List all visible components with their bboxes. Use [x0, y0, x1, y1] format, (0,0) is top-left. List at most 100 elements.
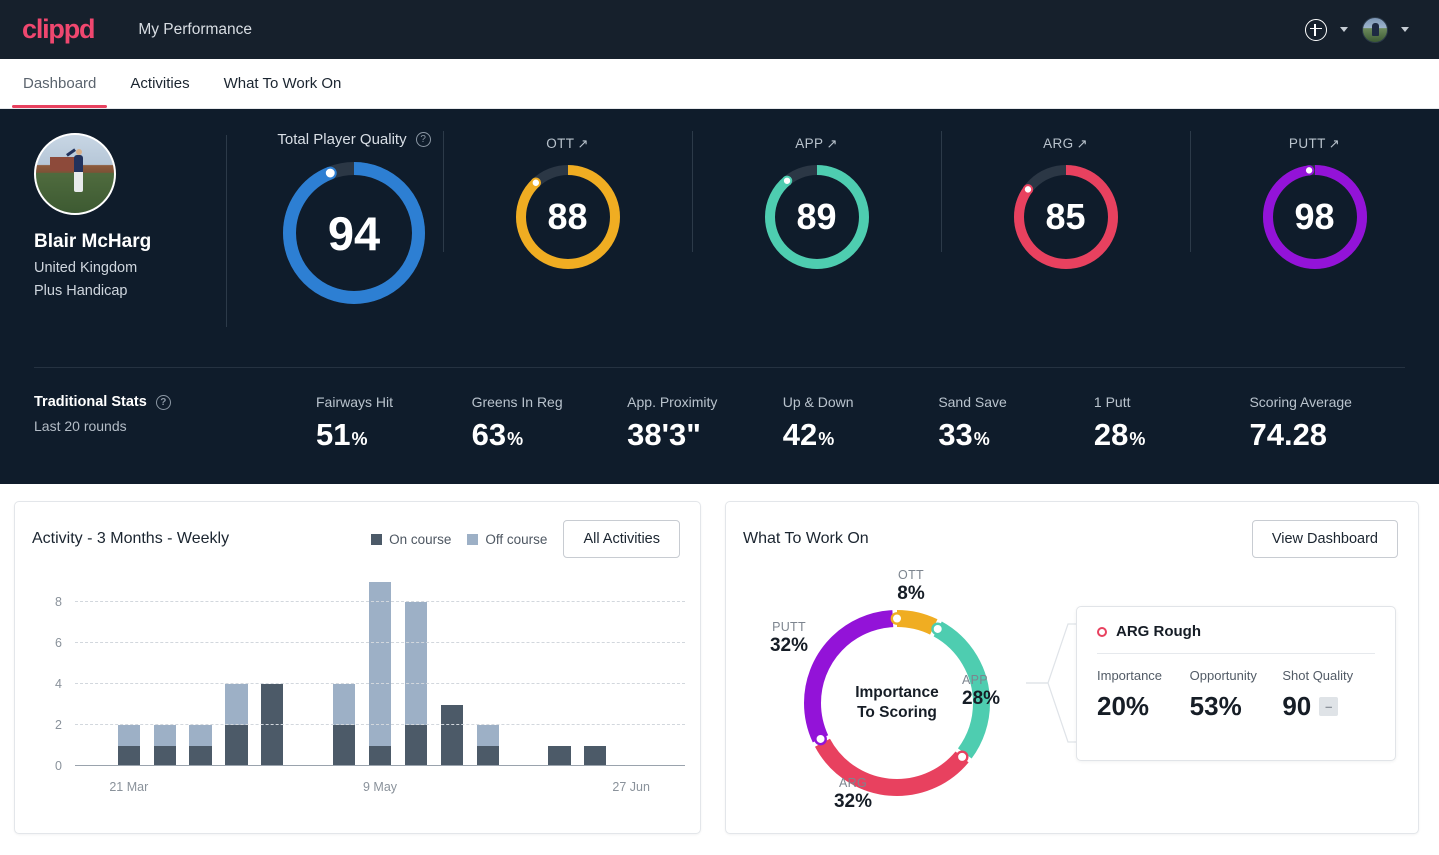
traditional-stat: 1 Putt 28%: [1094, 394, 1250, 450]
clippd-logo[interactable]: clippd: [22, 16, 96, 43]
chart-gridline: 2: [55, 718, 685, 732]
question-circle-icon[interactable]: ?: [415, 132, 431, 147]
activity-card-title: Activity - 3 Months - Weekly: [32, 530, 230, 547]
activity-legend: On course Off course: [371, 532, 547, 547]
traditional-stat-label: 1 Putt: [1093, 394, 1131, 410]
traditional-stats-section: Traditional Stats ? Last 20 rounds Fairw…: [0, 368, 1439, 484]
avatar[interactable]: [1362, 16, 1388, 43]
chart-bar-segment-on-course: [548, 745, 571, 766]
donut-label-ott: OTT 8%: [872, 568, 950, 605]
traditional-stat-label: Scoring Average: [1249, 394, 1352, 410]
trend-up-icon: ↗: [826, 136, 838, 151]
gauge-value: 85: [1045, 196, 1086, 237]
chart-bar-segment-on-course: [584, 745, 607, 766]
chart-bar-segment-on-course: [332, 725, 356, 766]
trend-up-icon: ↗: [577, 136, 589, 151]
chart-bar[interactable]: [117, 725, 140, 766]
donut-label-value: 8%: [897, 583, 925, 604]
hero-top-row: Blair McHarg United Kingdom Plus Handica…: [0, 109, 1439, 367]
chart-plot-area: 0 2 4 6 8 21 Mar 9 May 27 Jun: [55, 582, 685, 794]
chart-bar-segment-on-course: [225, 725, 248, 766]
top-app-bar: clippd My Performance: [0, 0, 1439, 59]
tab-what-to-work-on[interactable]: What To Work On: [207, 59, 359, 108]
performance-hero: Blair McHarg United Kingdom Plus Handica…: [0, 109, 1439, 484]
traditional-stat-value: 51%: [316, 417, 368, 452]
metric-arg-header: ARG ↗: [941, 136, 1190, 152]
detail-col-value: 20%: [1097, 691, 1150, 721]
chart-bar-segment-on-course: [404, 725, 427, 766]
traditional-stat-value: 63%: [471, 417, 524, 452]
player-quality-section: Total Player Quality ? 94 OTT ↗ 88 APP ↗ 8…: [227, 109, 1439, 367]
tab-dashboard[interactable]: Dashboard: [6, 59, 113, 108]
player-card: Blair McHarg United Kingdom Plus Handica…: [0, 109, 226, 367]
chart-bars: [75, 582, 685, 766]
chart-bar-segment-off-course: [368, 582, 392, 746]
chart-bar[interactable]: [153, 725, 176, 766]
detail-col-label: Importance: [1097, 668, 1163, 683]
chart-bar[interactable]: [548, 745, 571, 766]
metric-ott-header: OTT ↗: [443, 136, 692, 152]
chart-bar[interactable]: [368, 582, 392, 766]
gauge-value: 88: [547, 196, 588, 237]
metric-app-header: APP ↗: [692, 136, 941, 152]
chevron-down-icon[interactable]: [1340, 27, 1348, 32]
chart-bar-segment-on-course: [153, 745, 176, 766]
chart-x-tick: 9 May: [362, 780, 398, 794]
gauge-value: 89: [796, 196, 837, 237]
detail-col-label: Shot Quality: [1282, 668, 1354, 683]
metric-arg: ARG ↗ 85: [941, 131, 1190, 274]
question-circle-icon[interactable]: ?: [155, 394, 171, 410]
chart-bar-segment-on-course: [476, 745, 499, 766]
what-to-work-on-card: What To Work On View Dashboard Importanc…: [725, 501, 1419, 834]
chart-bar[interactable]: [440, 704, 463, 766]
wtwo-card-title: What To Work On: [743, 530, 869, 547]
chart-y-tick: 0: [55, 759, 62, 773]
wtwo-card-header: What To Work On View Dashboard: [726, 502, 1418, 558]
metric-label: OTT: [546, 136, 575, 151]
plus-circle-icon[interactable]: [1305, 18, 1327, 41]
quality-metrics: OTT ↗ 88 APP ↗ 89 ARG ↗ 85 PUTT ↗ 98: [443, 131, 1439, 274]
chart-bar-segment-off-course: [476, 725, 499, 746]
traditional-stat: Up & Down 42%: [783, 394, 939, 450]
metric-ott: OTT ↗ 88: [443, 131, 692, 274]
traditional-stats-title: Traditional Stats: [34, 394, 147, 410]
player-handicap: Plus Handicap: [34, 283, 128, 299]
traditional-stats-heading: Traditional Stats ? Last 20 rounds: [34, 394, 316, 434]
chart-bar-segment-on-course: [440, 704, 463, 766]
chart-bar-segment-off-course: [189, 725, 212, 746]
total-player-quality-block: Total Player Quality ? 94: [227, 131, 443, 309]
view-dashboard-button[interactable]: View Dashboard: [1251, 520, 1398, 558]
chart-bar[interactable]: [189, 725, 212, 766]
gauge-value: 98: [1294, 196, 1335, 237]
traditional-stat: Scoring Average 74.28: [1249, 394, 1405, 450]
legend-swatch: [371, 533, 383, 545]
traditional-stat-label: Fairways Hit: [316, 394, 394, 410]
importance-donut-area: Importance To Scoring PUTT 32% OTT 8% AP…: [744, 568, 1044, 838]
chart-bar-segment-off-course: [332, 684, 356, 726]
chart-y-tick: 6: [55, 636, 62, 651]
player-avatar: [34, 133, 116, 215]
metric-putt-gauge: 98: [1190, 165, 1439, 274]
total-player-quality-label: Total Player Quality: [277, 131, 407, 148]
traditional-stat: Sand Save 33%: [938, 394, 1094, 450]
chart-bar-segment-off-course: [404, 602, 427, 726]
tab-activities[interactable]: Activities: [113, 59, 206, 108]
activity-card: Activity - 3 Months - Weekly On course O…: [14, 501, 701, 834]
traditional-stat: App. Proximity 38'3": [627, 394, 783, 450]
detail-panel-title: ARG Rough: [1116, 623, 1201, 640]
all-activities-button[interactable]: All Activities: [563, 520, 680, 558]
chart-bar[interactable]: [584, 745, 607, 766]
chart-bar[interactable]: [476, 725, 499, 766]
legend-label: Off course: [485, 531, 548, 547]
trend-up-icon: ↗: [1328, 136, 1341, 151]
chevron-down-icon[interactable]: [1401, 27, 1409, 32]
traditional-stat-value: 33%: [938, 417, 990, 452]
player-name: Blair McHarg: [34, 231, 152, 252]
main-tabs: Dashboard Activities What To Work On: [0, 59, 1439, 109]
metric-label: PUTT: [1288, 136, 1326, 151]
chart-bar-segment-on-course: [189, 745, 212, 766]
metric-arg-gauge: 85: [941, 165, 1190, 274]
donut-center-line-2: To Scoring: [857, 704, 937, 721]
legend-item-off-course: Off course: [467, 532, 547, 547]
gauge-value: 94: [327, 206, 381, 260]
